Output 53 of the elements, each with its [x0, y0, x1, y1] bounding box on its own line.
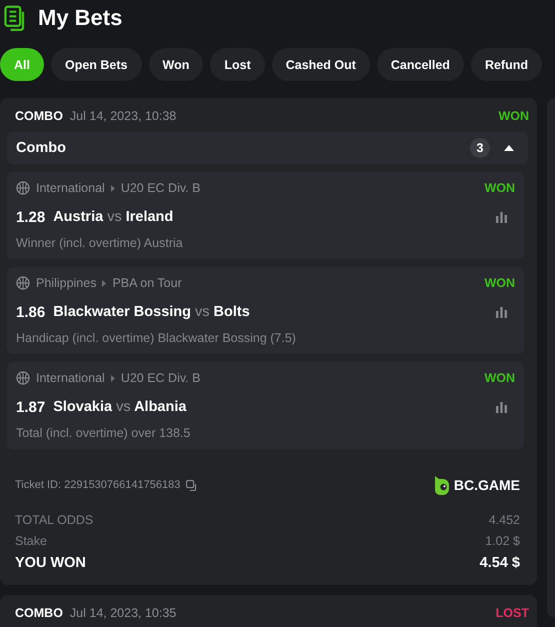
basketball-icon: [16, 181, 30, 195]
stats-icon[interactable]: [496, 402, 507, 412]
leg-odds: 1.87: [16, 398, 46, 416]
leg-status: WON: [484, 181, 515, 195]
filter-tab[interactable]: Lost: [210, 48, 265, 81]
brand-name: BC.GAME: [454, 477, 520, 493]
bets-icon: [3, 5, 26, 31]
match-teams: Slovakia vs Albania: [53, 399, 186, 415]
sport-category: Philippines: [36, 276, 96, 290]
leg-odds: 1.86: [16, 304, 46, 320]
bet-status: LOST: [496, 606, 529, 620]
total-label: Stake: [15, 534, 47, 548]
market-selection: Winner (incl. overtime) Austria: [16, 236, 184, 250]
bet-type: COMBO: [15, 109, 63, 123]
market-selection: Total (incl. overtime) over 138.5: [16, 426, 192, 440]
match-teams: Austria vs Ireland: [53, 209, 174, 225]
league-name: U20 EC Div. B: [120, 371, 200, 385]
combo-toggle[interactable]: Combo 3: [7, 132, 528, 164]
leg-count: 3: [470, 138, 490, 158]
total-label: YOU WON: [15, 555, 86, 571]
copy-icon[interactable]: [186, 480, 198, 490]
league-name: PBA on Tour: [112, 276, 182, 290]
filter-tab[interactable]: Refund: [470, 48, 542, 81]
filter-tab[interactable]: Won: [148, 48, 204, 81]
match-teams: Blackwater Bossing vs Bolts: [53, 304, 250, 320]
league-name: U20 EC Div. B: [120, 181, 200, 195]
bet-type: COMBO: [15, 606, 63, 620]
total-value: 4.54 $: [480, 555, 520, 571]
page-title: My Bets: [38, 5, 122, 31]
basketball-icon: [16, 276, 30, 290]
stats-icon[interactable]: [496, 212, 507, 222]
bet-date: Jul 14, 2023, 10:38: [70, 109, 176, 123]
filter-tab[interactable]: Cancelled: [376, 48, 464, 81]
sport-category: International: [36, 371, 105, 385]
chevron-icon: [102, 280, 106, 286]
filter-tab[interactable]: Open Bets: [50, 48, 142, 81]
logo-icon: [434, 476, 450, 494]
total-value: 4.452: [488, 513, 520, 527]
bet-date: Jul 14, 2023, 10:35: [70, 606, 176, 620]
filter-tab[interactable]: Cashed Out: [272, 48, 370, 81]
basketball-icon: [16, 371, 30, 385]
leg-odds: 1.28: [16, 208, 46, 226]
total-value: 1.02 $: [485, 534, 520, 548]
stats-icon[interactable]: [496, 306, 507, 318]
leg-status: WON: [484, 276, 515, 290]
total-label: TOTAL ODDS: [15, 513, 94, 527]
sport-category: International: [36, 181, 105, 195]
market-selection: Handicap (incl. overtime) Blackwater Bossing (7.5): [16, 331, 297, 345]
ticket-id: Ticket ID: 2291530766141756183: [15, 479, 180, 491]
chevron-icon: [110, 374, 115, 382]
leg-status: WON: [484, 371, 515, 385]
chevron-icon: [110, 184, 115, 192]
bet-status: WON: [498, 109, 529, 123]
